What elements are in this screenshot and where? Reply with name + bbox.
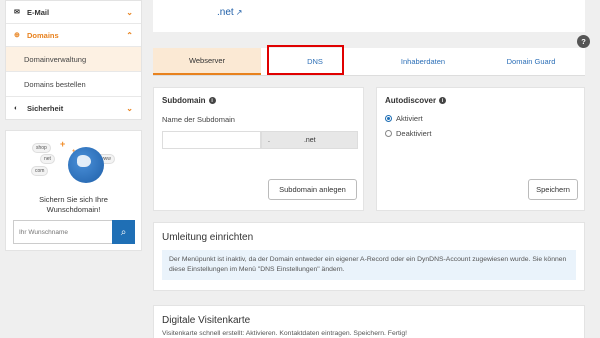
domain-header: .net ↗: [153, 0, 585, 32]
sidebar-item-label: E-Mail: [27, 7, 50, 17]
vcard-title: Digitale Visitenkarte: [162, 315, 251, 326]
shield-icon: ◐: [14, 105, 19, 112]
sidebar-item-email[interactable]: ✉ E-Mail ⌄: [6, 1, 141, 24]
sidebar-menu: ✉ E-Mail ⌄ ⊕ Domains ⌃ Domainverwaltung …: [5, 0, 142, 120]
tab-domain-guard[interactable]: Domain Guard: [477, 48, 585, 75]
subdomain-input[interactable]: [162, 131, 261, 149]
domain-illustration: shop net com www + +: [6, 139, 141, 191]
autodiscover-card: Autodiscover i Aktiviert Deaktiviert Spei…: [376, 87, 585, 211]
search-button[interactable]: ⌕: [112, 220, 135, 244]
suffix-prefix: .: [268, 136, 270, 144]
subdomain-create-button[interactable]: Subdomain anlegen: [268, 179, 357, 200]
domain-tabs: Webserver DNS Inhaberdaten Domain Guard: [153, 48, 585, 76]
sidebar-item-sicherheit[interactable]: ◐ Sicherheit ⌄: [6, 97, 141, 120]
radio-aktiviert[interactable]: Aktiviert: [385, 114, 576, 123]
subdomain-card: Subdomain i Name der Subdomain . .net Sub…: [153, 87, 364, 211]
sidebar-item-domains[interactable]: ⊕ Domains ⌃: [6, 24, 141, 47]
tab-webserver[interactable]: Webserver: [153, 48, 261, 75]
save-button[interactable]: Speichern: [528, 179, 578, 200]
vcard-card: Digitale Visitenkarte Visitenkarte schne…: [153, 305, 585, 338]
dns-tab-highlight-box: [267, 45, 344, 75]
globe-icon: [68, 147, 104, 183]
card-title-text: Subdomain: [162, 96, 206, 105]
autodiscover-title: Autodiscover i: [385, 96, 576, 105]
bubble-com: com: [31, 166, 49, 176]
subdomain-field-label: Name der Subdomain: [162, 115, 235, 124]
redirect-card: Umleitung einrichten Der Menüpunkt ist i…: [153, 222, 585, 291]
bubble-shop: shop: [32, 143, 51, 153]
info-icon[interactable]: i: [208, 97, 216, 104]
sidebar-item-label: Sicherheit: [27, 104, 64, 113]
search-icon: ⌕: [120, 226, 127, 238]
subdomain-title: Subdomain i: [162, 96, 355, 105]
domain-title[interactable]: .net ↗: [217, 7, 242, 18]
globe-icon: ⊕: [14, 32, 20, 39]
domain-search: ⌕: [13, 220, 135, 244]
domain-name: .net: [217, 7, 234, 18]
chevron-down-icon: ⌄: [126, 104, 133, 113]
radio-label: Deaktiviert: [396, 129, 432, 138]
radio-selected-icon[interactable]: [385, 115, 392, 122]
radio-label: Aktiviert: [396, 114, 423, 123]
info-icon[interactable]: i: [439, 97, 447, 104]
card-title-text: Autodiscover: [385, 96, 437, 105]
help-button[interactable]: ?: [577, 35, 590, 48]
promo-text-line: Wunschdomain!: [46, 205, 101, 214]
chevron-down-icon: ⌄: [126, 7, 133, 17]
external-link-icon[interactable]: ↗: [236, 8, 243, 17]
redirect-notice: Der Menüpunkt ist inaktiv, da der Domain…: [162, 250, 576, 280]
promo-text: Sichern Sie sich Ihre Wunschdomain!: [6, 195, 141, 215]
redirect-title: Umleitung einrichten: [162, 232, 254, 243]
suffix-tld: .net: [303, 136, 316, 144]
envelope-icon: ✉: [14, 9, 20, 16]
sidebar-item-label: Domains: [27, 30, 59, 40]
plus-icon: +: [60, 139, 66, 149]
promo-text-line: Sichern Sie sich Ihre: [39, 195, 108, 204]
sidebar-item-domainverwaltung[interactable]: Domainverwaltung: [6, 47, 141, 72]
domain-promo-box: shop net com www + + Sichern Sie sich Ih…: [5, 130, 142, 251]
subdomain-input-row: . .net: [162, 131, 358, 149]
subdomain-suffix: . .net: [261, 131, 358, 149]
bubble-net: net: [40, 154, 55, 164]
chevron-up-icon: ⌃: [126, 30, 133, 40]
domain-search-input[interactable]: [13, 220, 112, 244]
vcard-description: Visitenkarte schnell erstellt: Aktiviere…: [162, 330, 408, 337]
radio-deaktiviert[interactable]: Deaktiviert: [385, 129, 576, 138]
radio-unselected-icon[interactable]: [385, 130, 392, 137]
tab-inhaberdaten[interactable]: Inhaberdaten: [369, 48, 477, 75]
sidebar-item-domains-bestellen[interactable]: Domains bestellen: [6, 72, 141, 97]
